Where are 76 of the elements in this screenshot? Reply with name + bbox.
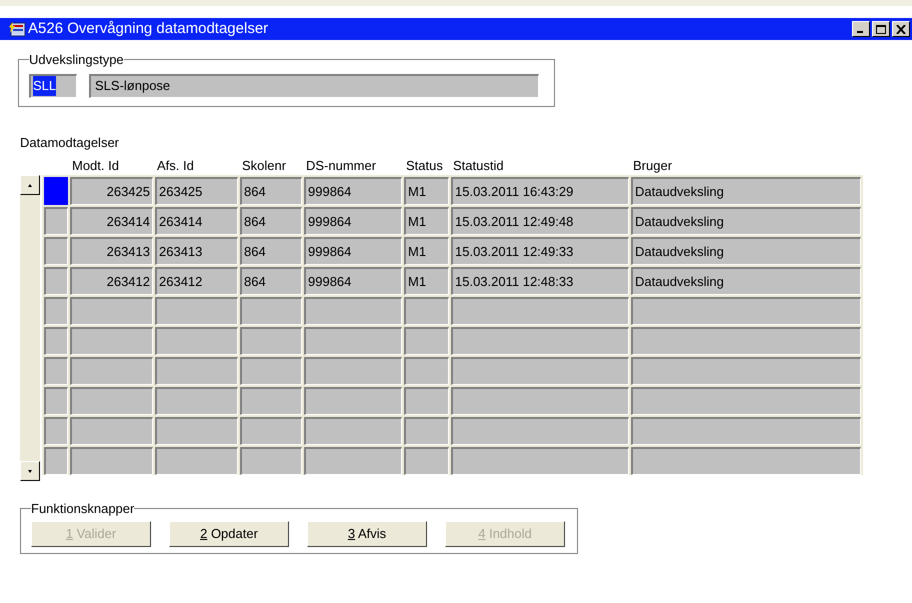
down-arrow-icon	[28, 470, 32, 472]
table-cell: 263412	[155, 267, 238, 295]
close-button[interactable]	[892, 21, 910, 37]
table-cell: 864	[240, 177, 302, 205]
table-cell: M1	[404, 177, 449, 205]
table-cell: 999864	[304, 207, 402, 235]
column-header: Statustid	[452, 158, 504, 172]
code-field[interactable]: SLL	[29, 74, 77, 98]
table-cell	[240, 327, 302, 355]
table-cell: 864	[240, 237, 302, 265]
table-cell: M1	[404, 207, 449, 235]
table-cell: 999864	[304, 267, 402, 295]
table-cell: 263413	[155, 237, 238, 265]
table-cell	[240, 387, 302, 415]
table-cell: 15.03.2011 12:49:33	[451, 237, 629, 265]
table-cell	[404, 297, 449, 325]
table-cell: 263413	[70, 237, 153, 265]
table-cell: 999864	[304, 177, 402, 205]
scrollbar[interactable]	[20, 175, 40, 481]
app-icon	[8, 21, 26, 37]
table-cell: 999864	[304, 237, 402, 265]
table-cell: 864	[240, 267, 302, 295]
table-cell	[404, 327, 449, 355]
group-label: Funktionsknapper	[31, 500, 134, 518]
row-indicator[interactable]	[44, 357, 68, 385]
minimize-icon	[857, 31, 863, 33]
row-indicator[interactable]	[44, 417, 68, 445]
row-indicator[interactable]	[44, 207, 68, 235]
function-button[interactable]: 2 Opdater	[169, 520, 289, 546]
column-header: Skolenr	[241, 158, 286, 172]
maximize-button[interactable]	[872, 21, 890, 37]
table-cell: 15.03.2011 12:49:48	[451, 207, 629, 235]
minimize-button[interactable]	[852, 21, 870, 37]
column-header: Afs. Id	[156, 158, 194, 172]
section-label: Datamodtagelser	[20, 134, 119, 152]
window-title: A526 Overvågning datamodtagelser	[28, 18, 268, 39]
column-header: Status	[405, 158, 443, 172]
table-cell: 263425	[155, 177, 238, 205]
row-indicator[interactable]	[44, 387, 68, 415]
row-indicator[interactable]	[44, 327, 68, 355]
table-cell: 15.03.2011 12:48:33	[451, 267, 629, 295]
function-button[interactable]: 3 Afvis	[307, 520, 427, 546]
table-cell	[240, 357, 302, 385]
table-cell	[404, 357, 449, 385]
table-cell: Dataudveksling	[631, 177, 861, 205]
description-field: SLS-lønpose	[89, 74, 539, 98]
row-indicator[interactable]	[44, 267, 68, 295]
close-icon	[896, 24, 906, 34]
maximize-icon	[876, 24, 886, 34]
column-header: Bruger	[632, 158, 672, 172]
scroll-up-button[interactable]	[20, 175, 40, 195]
group-label: Udvekslingstype	[29, 51, 124, 69]
row-indicator[interactable]	[44, 297, 68, 325]
row-indicator[interactable]	[44, 237, 68, 265]
table-cell: 263414	[70, 207, 153, 235]
table-cell	[404, 387, 449, 415]
table-cell: 263425	[70, 177, 153, 205]
table-cell: Dataudveksling	[631, 267, 861, 295]
table-cell	[240, 297, 302, 325]
row-indicator[interactable]	[44, 447, 68, 475]
table-cell: 263414	[155, 207, 238, 235]
table-cell: 263412	[70, 267, 153, 295]
table-cell: M1	[404, 267, 449, 295]
up-arrow-icon	[28, 184, 32, 186]
column-header: DS-nummer	[305, 158, 376, 172]
table-cell	[240, 447, 302, 475]
table-cell	[240, 417, 302, 445]
table-cell: 15.03.2011 16:43:29	[451, 177, 629, 205]
scroll-down-button[interactable]	[20, 461, 40, 481]
table-cell	[404, 447, 449, 475]
table-cell: M1	[404, 237, 449, 265]
table-cell	[404, 417, 449, 445]
table-cell: 864	[240, 207, 302, 235]
table-cell: Dataudveksling	[631, 207, 861, 235]
table-cell: Dataudveksling	[631, 237, 861, 265]
column-header: Modt. Id	[71, 158, 119, 172]
